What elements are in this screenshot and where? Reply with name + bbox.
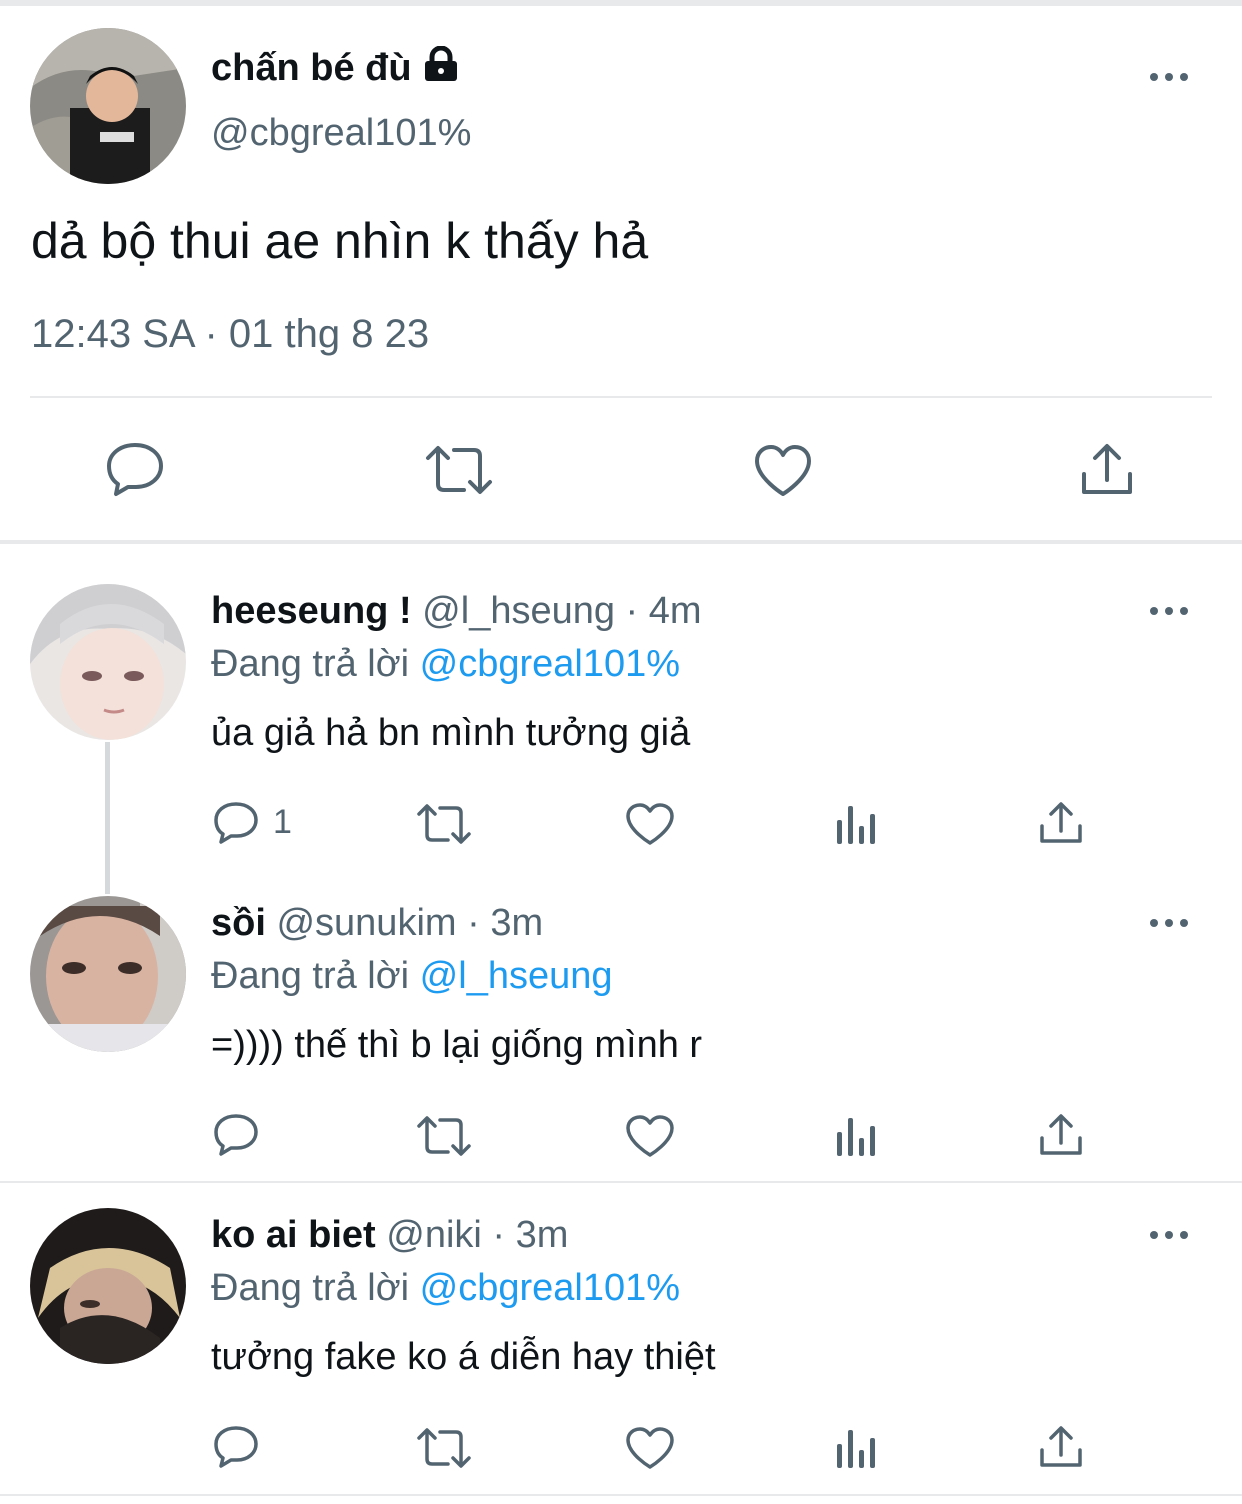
more-icon[interactable] — [1150, 70, 1190, 84]
dot-separator: · — [456, 902, 491, 944]
retweet-icon[interactable] — [416, 1115, 472, 1157]
reply-count: 1 — [273, 803, 292, 841]
reply-avatar[interactable] — [30, 896, 186, 1052]
replying-to: Đang trả lời @l_hseung — [211, 955, 613, 998]
divider — [30, 396, 1212, 398]
reply-header: heeseung ! @l_hseung · 4m — [211, 590, 702, 633]
reply-handle[interactable]: @l_hseung — [422, 590, 615, 632]
replying-to-label: Đang trả lời — [211, 955, 410, 997]
retweet-icon[interactable] — [416, 1427, 472, 1469]
reply-text: tưởng fake ko á diễn hay thiệt — [211, 1336, 716, 1378]
reply-display-name[interactable]: heeseung ! — [211, 590, 412, 632]
main-tweet-text: dả bộ thui ae nhìn k thấy hả — [31, 213, 649, 269]
dot-separator: · — [615, 590, 649, 632]
replying-to: Đang trả lời @cbgreal101% — [211, 1267, 680, 1310]
share-icon[interactable] — [1080, 442, 1134, 498]
reply-handle[interactable]: @sunukim — [276, 902, 456, 944]
replying-to: Đang trả lời @cbgreal101% — [211, 643, 680, 686]
more-icon[interactable] — [1150, 916, 1190, 930]
top-divider — [0, 0, 1242, 6]
reply-icon[interactable] — [106, 441, 164, 497]
reply-text: ủa giả hả bn mình tưởng giả — [211, 712, 691, 754]
replying-to-label: Đang trả lời — [211, 643, 410, 685]
reply-handle[interactable]: @niki — [386, 1214, 482, 1256]
thread-line — [105, 742, 110, 894]
reply-text: =)))) thế thì b lại giống mình r — [211, 1024, 703, 1066]
reply-avatar[interactable] — [30, 584, 186, 740]
analytics-icon[interactable] — [836, 804, 878, 844]
analytics-icon[interactable] — [836, 1116, 878, 1156]
main-timestamp[interactable]: 12:43 SA · 01 thg 8 23 — [31, 312, 429, 357]
more-icon[interactable] — [1150, 604, 1190, 618]
replying-to-label: Đang trả lời — [211, 1267, 410, 1309]
analytics-icon[interactable] — [836, 1428, 878, 1468]
divider — [0, 1494, 1242, 1496]
more-icon[interactable] — [1150, 1228, 1190, 1242]
main-author-avatar[interactable] — [30, 28, 186, 184]
mention-link[interactable]: @l_hseung — [420, 955, 613, 997]
main-display-name-text: chấn bé đù — [211, 47, 412, 89]
reply-display-name[interactable]: ko ai biet — [211, 1214, 376, 1256]
like-icon[interactable] — [625, 1426, 675, 1470]
like-icon[interactable] — [625, 1114, 675, 1158]
reply-header: ko ai biet @niki · 3m — [211, 1214, 568, 1257]
main-handle[interactable]: @cbgreal101% — [211, 112, 471, 155]
reply-time[interactable]: 3m — [516, 1214, 569, 1256]
reply-display-name[interactable]: sồi — [211, 902, 266, 944]
retweet-icon[interactable] — [424, 444, 494, 496]
lock-icon — [422, 45, 460, 92]
reply-avatar[interactable] — [30, 1208, 186, 1364]
retweet-icon[interactable] — [416, 803, 472, 845]
divider — [0, 1181, 1242, 1183]
reply-time[interactable]: 3m — [490, 902, 543, 944]
mention-link[interactable]: @cbgreal101% — [420, 1267, 680, 1309]
reply-icon[interactable] — [213, 801, 259, 845]
share-icon[interactable] — [1039, 1113, 1083, 1157]
like-icon[interactable] — [753, 444, 813, 498]
reply-icon[interactable] — [213, 1425, 259, 1469]
main-display-name[interactable]: chấn bé đù — [211, 45, 460, 92]
mention-link[interactable]: @cbgreal101% — [420, 643, 680, 685]
reply-header: sồi @sunukim · 3m — [211, 902, 543, 945]
share-icon[interactable] — [1039, 801, 1083, 845]
reply-icon[interactable] — [213, 1113, 259, 1157]
like-icon[interactable] — [625, 802, 675, 846]
share-icon[interactable] — [1039, 1425, 1083, 1469]
section-separator — [0, 540, 1242, 544]
dot-separator: · — [481, 1214, 516, 1256]
reply-time[interactable]: 4m — [649, 590, 702, 632]
